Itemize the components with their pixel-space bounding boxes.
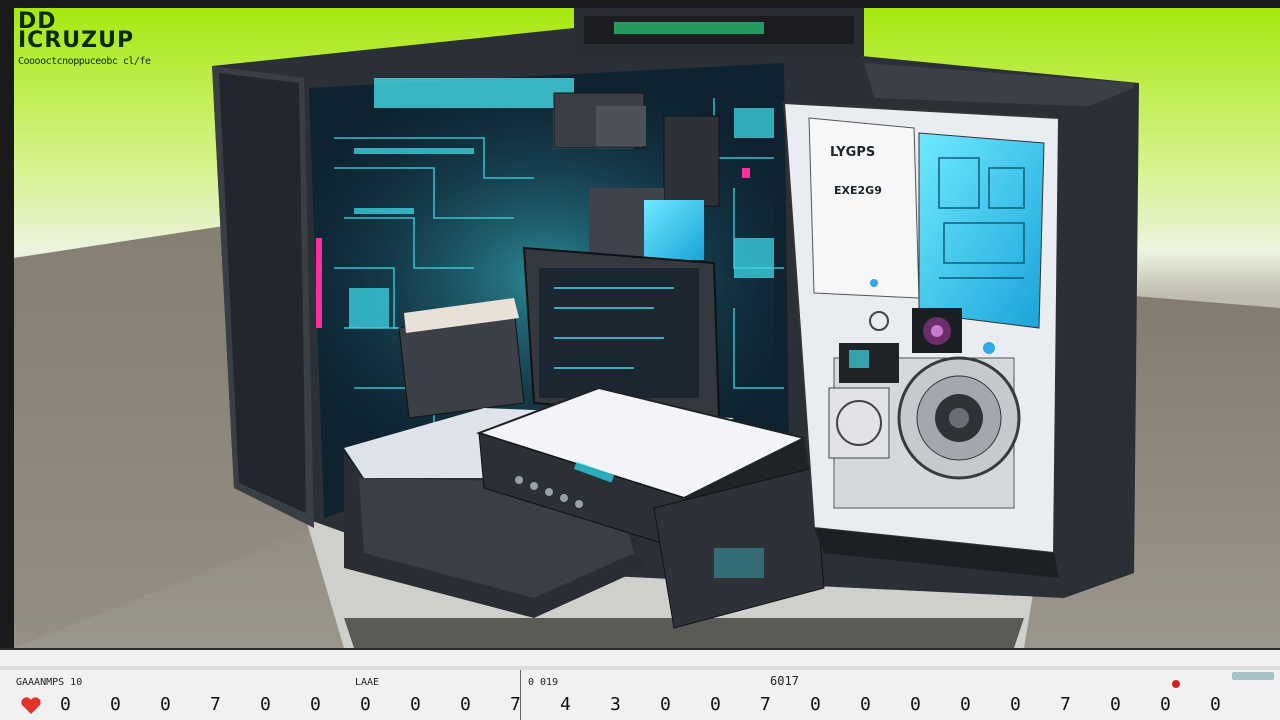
timeline-tick: 0 [60,694,71,715]
case-label-bottom: EXE2G9 [834,184,882,197]
timeline-tick: 0 [160,694,171,715]
brand-logo: DD ICRUZUP Cooooctcnoppuceobc cl/fe [18,11,151,68]
timeline-bar[interactable]: GAAANMPS 10 LAAE 0 019 6017 0 0 0 7 0 0 0 0 0 7 4 3… [0,648,1280,720]
brand-line-2: ICRUZUP [18,28,135,53]
video-frame: LYGPS EXE2G9 DD ICRUZUP Cooooctcnoppuceo… [0,0,1280,720]
timeline-tick: 0 [860,694,871,715]
timeline-left-label: GAAANMPS 10 [16,677,83,688]
timeline-playhead[interactable] [1172,680,1180,688]
brand-subtitle: Cooooctcnoppuceobc cl/fe [18,56,151,67]
timeline-tick: 7 [1060,694,1071,715]
timeline-tick: 0 [810,694,821,715]
timeline-tick: 0 [1110,694,1121,715]
timeline-strip [0,666,1280,670]
timeline-tick: 7 [760,694,771,715]
timeline-tick: 0 [260,694,271,715]
timeline-tick: 0 [910,694,921,715]
timeline-tick: 0 [710,694,721,715]
timeline-tick: 0 [1010,694,1021,715]
timeline-tick: 0 [960,694,971,715]
timeline-time-label: 0 019 [528,677,559,688]
pc-case-illustration [14,8,1280,648]
left-border [0,0,14,660]
timeline-mid-label: LAAE [355,677,380,688]
timeline-tick: 0 [1210,694,1221,715]
timeline-tick: 0 [460,694,471,715]
heart-icon[interactable] [20,696,42,716]
timeline-frame-label: 6017 [770,674,799,688]
timeline-zoom-handle[interactable] [1232,672,1274,680]
timeline-tick: 0 [1160,694,1171,715]
timeline-tick: 0 [410,694,421,715]
timeline-divider [520,670,521,720]
timeline-ticks: 000700000743007000007000 [60,694,1270,720]
timeline-tick: 0 [360,694,371,715]
timeline-tick: 0 [660,694,671,715]
timeline-tick: 4 [560,694,571,715]
timeline-tick: 3 [610,694,621,715]
case-label-top: LYGPS [830,145,876,160]
timeline-tick: 7 [210,694,221,715]
timeline-tick: 0 [310,694,321,715]
timeline-tick: 0 [110,694,121,715]
top-border [0,0,1280,8]
scene: LYGPS EXE2G9 [14,8,1280,648]
